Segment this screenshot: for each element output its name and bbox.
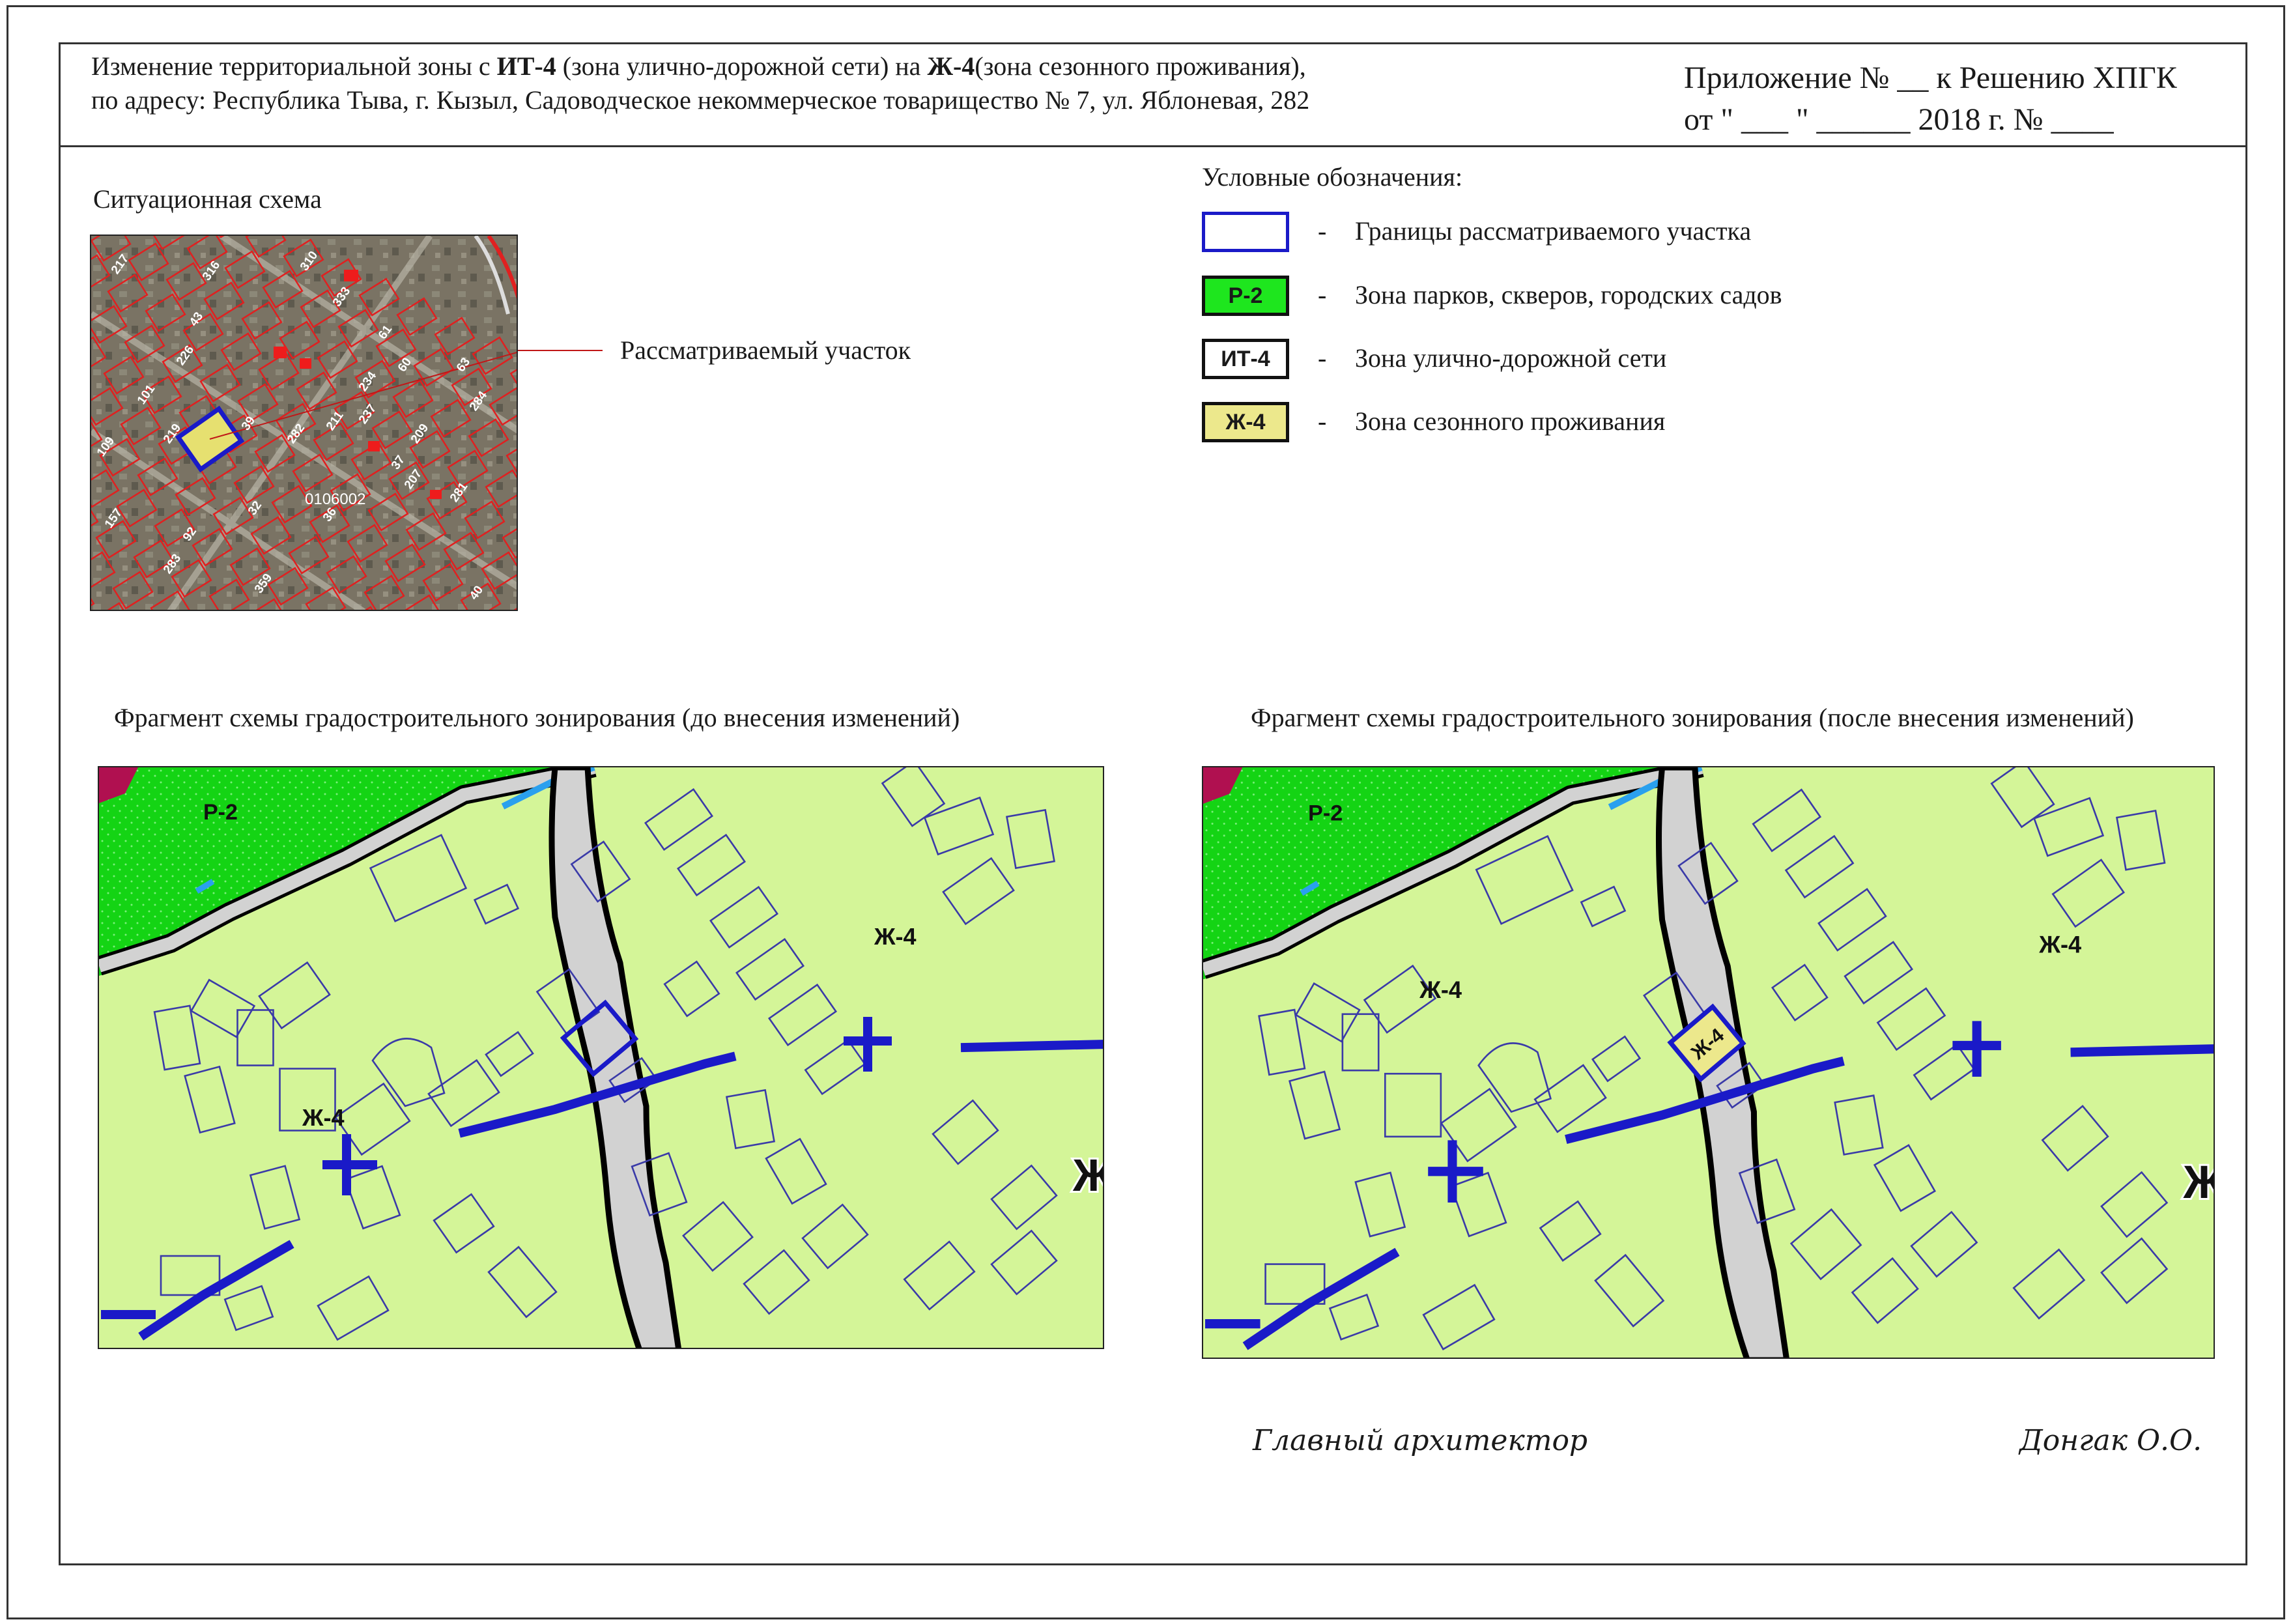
appendix-reference: Приложение № __ к Решению ХПГК от " ___ … [1684, 61, 2177, 137]
zoning-map-before-svg: Р-2 Ж-4 Ж-4 Ж [99, 767, 1104, 1348]
legend-swatch: Р-2 [1202, 276, 1289, 316]
callout-label: Рассматриваемый участок [620, 335, 911, 365]
legend-swatch [1202, 212, 1289, 252]
legend-title: Условные обозначения: [1202, 162, 1463, 192]
zoning-map-before: Р-2 Ж-4 Ж-4 Ж [98, 766, 1104, 1349]
zone-label-park: Р-2 [203, 800, 238, 825]
zoning-map-after: Ж-4Р-2Ж-4Ж-4Ж [1202, 766, 2215, 1359]
from-zone-code: ИТ-4 [496, 51, 556, 81]
legend-dash: - [1318, 280, 1327, 309]
zone-label-residential-edge: Ж [1072, 1150, 1104, 1201]
legend-label: Зона улично-дорожной сети [1355, 343, 1667, 373]
zone-label-residential-right: Ж-4 [2038, 932, 2082, 958]
legend-label: Границы рассматриваемого участка [1355, 216, 1752, 246]
legend-dash: - [1318, 216, 1327, 246]
signature-name: Донгак О.О. [2019, 1424, 2202, 1457]
document-title: Изменение территориальной зоны с ИТ-4 (з… [91, 50, 1309, 117]
address-line: по адресу: Республика Тыва, г. Кызыл, Са… [91, 85, 1310, 115]
to-zone-code: Ж-4 [927, 51, 975, 81]
zone-label-residential-edge: Ж [2183, 1157, 2215, 1208]
situation-map: 217 316 310 333 101 226 61 219 234 60 63 209 237 109 2… [90, 235, 518, 611]
zone-label-park: Р-2 [1308, 801, 1343, 825]
before-map-caption: Фрагмент схемы градостроительного зониро… [114, 703, 960, 732]
signature-position: Главный архитектор [1253, 1424, 1588, 1457]
situation-aerial-svg: 217 316 3103331012266121923460 632092371092… [91, 236, 517, 610]
callout-leader-line [518, 350, 603, 351]
legend-dash: - [1318, 343, 1327, 373]
legend-dash: - [1318, 406, 1327, 436]
legend-label: Зона парков, скверов, городских садов [1355, 280, 1782, 309]
after-map-caption: Фрагмент схемы градостроительного зониро… [1251, 703, 2134, 732]
legend-label: Зона сезонного проживания [1355, 406, 1666, 436]
zoning-map-after-svg: Ж-4Р-2Ж-4Ж-4Ж [1203, 767, 2215, 1358]
header-divider [59, 145, 2247, 147]
zone-label-residential-right: Ж-4 [874, 923, 917, 950]
block-number: 0106002 [305, 491, 365, 508]
legend-swatch: Ж-4 [1202, 402, 1289, 442]
zone-label-residential-left: Ж-4 [1419, 976, 1462, 1003]
legend-swatch: ИТ-4 [1202, 339, 1289, 379]
situation-caption: Ситуационная схема [93, 184, 322, 214]
zone-label-residential-left: Ж-4 [302, 1104, 345, 1131]
